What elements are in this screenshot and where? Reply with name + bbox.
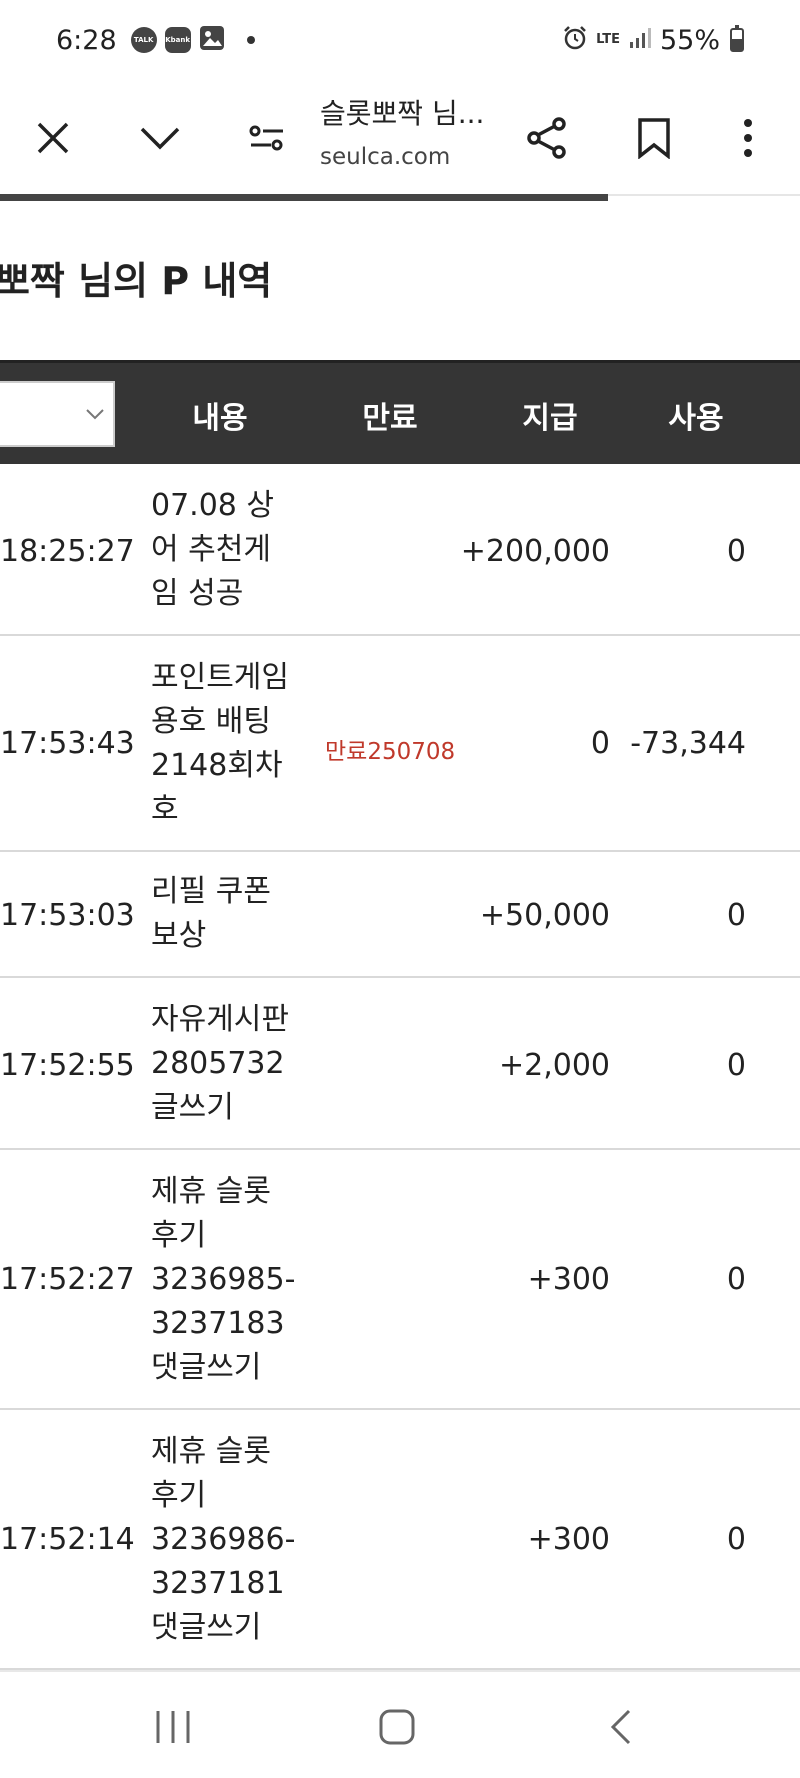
browser-toolbar: 슬롯뽀짝 님... seulca.com — [0, 80, 800, 196]
battery-percent: 55% — [659, 24, 720, 56]
row-use: 0 — [726, 1048, 746, 1083]
bookmark-icon — [638, 118, 670, 159]
talk-notification-icon: TALK — [130, 27, 157, 53]
system-navigation-bar — [0, 1670, 800, 1778]
row-expire: 만료250708 — [325, 739, 456, 765]
row-pay: +300 — [527, 1522, 610, 1557]
status-bar: 6:28 TALK Kbank LTE 55% — [0, 0, 800, 80]
header-use: 사용 — [668, 401, 724, 436]
close-icon — [37, 122, 69, 154]
row-time: 17:52:55 — [0, 1048, 135, 1083]
home-button[interactable] — [367, 1702, 427, 1752]
row-time: 17:52:27 — [0, 1262, 135, 1297]
more-notifications-dot-icon — [246, 36, 255, 44]
row-content: 제휴 슬롯 후기 3236985- 3237183 댓글쓰기 — [151, 1174, 296, 1385]
row-time: 17:53:03 — [0, 898, 135, 933]
row-use: 0 — [726, 1522, 746, 1557]
date-filter-select[interactable] — [0, 381, 115, 447]
row-pay: 0 — [590, 726, 610, 761]
status-time: 6:28 — [56, 24, 117, 56]
row-pay: +50,000 — [479, 898, 610, 933]
alarm-icon — [562, 25, 588, 55]
more-options-button[interactable] — [718, 108, 778, 168]
page-title-area[interactable]: 슬롯뽀짝 님... seulca.com — [320, 92, 500, 170]
table-row: 17:52:55 자유게시판 2805732 글쓰기 +2,000 0 — [0, 978, 800, 1150]
page-load-progress — [0, 194, 608, 201]
back-chevron-icon — [610, 1709, 631, 1745]
row-pay: +200,000 — [460, 534, 610, 569]
recent-apps-icon — [156, 1711, 190, 1743]
status-left: 6:28 TALK Kbank — [56, 25, 255, 56]
more-vert-icon — [744, 119, 752, 157]
table-header: 내용 만료 지급 사용 — [0, 360, 800, 464]
row-time: 17:52:14 — [0, 1522, 135, 1557]
row-content: 리필 쿠폰 보상 — [151, 874, 271, 953]
header-pay: 지급 — [522, 401, 578, 436]
table-row: 18:25:27 07.08 상 어 추천게 임 성공 +200,000 0 — [0, 464, 800, 636]
tab-title: 슬롯뽀짝 님... — [320, 97, 485, 130]
recent-apps-button[interactable] — [143, 1702, 203, 1752]
battery-icon — [730, 25, 744, 52]
network-type: LTE — [596, 32, 620, 47]
table-row: 17:53:03 리필 쿠폰 보상 +50,000 0 — [0, 852, 800, 978]
tab-url: seulca.com — [320, 144, 451, 170]
row-time: 18:25:27 — [0, 534, 135, 569]
row-use: 0 — [726, 898, 746, 933]
chevron-down-icon — [86, 409, 104, 420]
site-settings-button[interactable] — [237, 108, 297, 168]
kbank-notification-icon: Kbank — [164, 27, 191, 53]
row-time: 17:53:43 — [0, 726, 135, 761]
page-title: 롯뽀짝 님의 P 내역 — [0, 259, 273, 303]
header-expire: 만료 — [362, 401, 418, 436]
close-button[interactable] — [23, 108, 83, 168]
status-right: LTE 55% — [562, 25, 744, 56]
minimize-button[interactable] — [130, 108, 190, 168]
signal-icon — [628, 26, 652, 54]
row-use: 0 — [726, 1262, 746, 1297]
row-use: -73,344 — [630, 726, 746, 761]
table-row: 17:53:43 포인트게임 용호 배팅 2148회차 호 만료250708 0… — [0, 636, 800, 852]
back-button[interactable] — [591, 1702, 651, 1752]
row-content: 07.08 상 어 추천게 임 성공 — [151, 488, 275, 611]
bookmark-button[interactable] — [624, 108, 684, 168]
table-row: 17:52:14 제휴 슬롯 후기 3236986- 3237181 댓글쓰기 … — [0, 1410, 800, 1670]
row-content: 자유게시판 2805732 글쓰기 — [151, 1002, 289, 1125]
row-pay: +300 — [527, 1262, 610, 1297]
share-icon — [527, 117, 566, 159]
row-pay: +2,000 — [498, 1048, 610, 1083]
tune-icon — [249, 125, 283, 151]
row-content: 제휴 슬롯 후기 3236986- 3237181 댓글쓰기 — [151, 1434, 296, 1645]
chevron-down-icon — [140, 127, 180, 150]
header-content: 내용 — [192, 401, 248, 436]
row-content: 포인트게임 용호 배팅 2148회차 호 — [151, 660, 289, 827]
table-row: 17:52:27 제휴 슬롯 후기 3236985- 3237183 댓글쓰기 … — [0, 1150, 800, 1410]
home-icon — [379, 1709, 415, 1745]
row-use: 0 — [726, 534, 746, 569]
share-button[interactable] — [517, 108, 577, 168]
gallery-notification-icon — [199, 25, 225, 55]
